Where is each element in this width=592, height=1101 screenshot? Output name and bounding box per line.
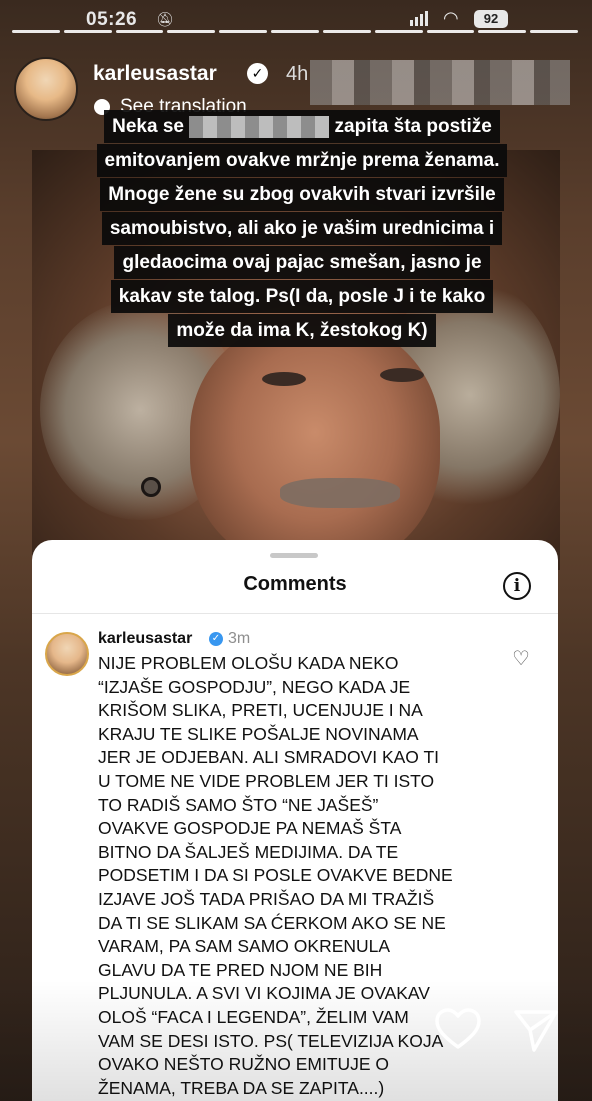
caption-text: kakav ste talog. Ps(I da, posle J i te k… [118,286,486,307]
signal-icon [410,10,428,26]
progress-segment [167,30,216,33]
comment-avatar[interactable] [45,632,89,676]
comment-line: JER JE ODJEBAN. ALI SMRADOVI KAO TI [98,747,440,768]
comment-time: 3m [228,630,251,647]
story-username[interactable]: karleusastar [93,62,217,86]
progress-segment [63,30,112,33]
caption-line: gledaocima ovaj pajac smešan, jasno je [114,246,490,279]
progress-segment [219,30,268,33]
photo-eye-left [262,372,306,386]
status-bar: 05:26 🔕︎ ◠ 92 [0,6,592,32]
story-viewer[interactable]: 05:26 🔕︎ ◠ 92 karleusastar ✓ 4h See tran… [0,0,592,1101]
caption-text: Neka se [112,116,184,137]
comment-line: NIJE PROBLEM OLOŠU KADA NEKO [98,653,399,673]
photo-earring [141,477,161,497]
caption-line: samoubistvo, ali ako je vašim urednicima… [101,212,503,245]
caption-line: kakav ste talog. Ps(I da, posle J i te k… [110,280,494,313]
photo-mustache [280,478,400,508]
caption-line: može da ima K, žestokog K) [168,314,436,347]
sheet-title: Comments [243,573,347,595]
comment-line: PODSETIM I DA SI POSLE OVAKVE BEDNE [98,865,453,886]
comment-line: IZJAVE JOŠ TADA PRIŠAO DA MI TRAŽIŠ [98,888,435,909]
progress-segment [374,30,423,33]
photo-face [190,320,440,570]
bottom-gradient [0,980,592,1101]
story-caption: Neka se zapita šta postiže emitovanjem ov… [60,110,544,348]
bell-muted-icon: 🔕︎ [156,11,174,27]
progress-segment [115,30,164,33]
sheet-drag-handle[interactable] [270,553,318,558]
comment-line: VARAM, PA SAM SAMO OKRENULA [98,936,391,957]
like-heart-icon[interactable] [433,1005,483,1055]
caption-text: samoubistvo, ali ako je vašim urednicima… [109,218,495,239]
comment-line: GLAVU DA TE PRED NJOM NE BIH [98,959,383,980]
story-time-ago: 4h [286,63,309,85]
progress-segment [478,30,527,33]
comment-line: “IZJAŠE GOSPODJU”, NEGO KADA JE [98,676,411,697]
verified-badge-icon: ✓ [247,63,268,84]
progress-segment [12,30,60,33]
caption-text: gledaocima ovaj pajac smešan, jasno je [122,252,482,273]
caption-line: Neka se zapita šta postiže [104,110,500,143]
battery-icon: 92 [474,10,508,28]
wifi-icon: ◠ [443,8,459,28]
story-progress-bar [12,30,578,33]
verified-badge-icon: ✓ [209,632,223,646]
redacted-blur [189,115,330,138]
progress-segment [322,30,371,33]
comment-username[interactable]: karleusastar [98,630,192,648]
caption-text: može da ima K, žestokog K) [176,320,428,341]
comment-line: TO RADIŠ SAMO ŠTO “NE JAŠEŠ” [98,794,379,815]
heart-icon[interactable]: ♡ [512,646,530,671]
divider [32,613,558,614]
photo-eye-right [380,368,424,382]
info-icon[interactable]: i [503,572,531,600]
caption-line: Mnoge žene su zbog ovakvih stvari izvrši… [100,178,504,211]
comment-line: DA TI SE SLIKAM SA ĆERKOM AKO SE NE [98,912,446,933]
progress-segment [426,30,475,33]
comment-line: BITNO DA ŠALJEŠ MEDIJIMA. DA TE [98,841,399,862]
caption-line: emitovanjem ovakve mržnje prema ženama. [96,144,508,177]
comment-line: U TOME NE VIDE PROBLEM JER TI ISTO [98,770,435,791]
caption-text: Mnoge žene su zbog ovakvih stvari izvrši… [108,184,496,205]
progress-segment [530,30,578,33]
send-icon[interactable] [512,1006,560,1054]
comment-line: KRIŠOM SLIKA, PRETI, UCENJUJE I NA [98,700,423,721]
status-time: 05:26 [86,9,138,30]
blurred-region [310,60,570,105]
caption-text: emitovanjem ovakve mržnje prema ženama. [104,150,500,171]
comment-line: KRAJU TE SLIKE POŠALJE NOVINAMA [98,723,419,744]
progress-segment [271,30,319,33]
caption-text: zapita šta postiže [334,116,492,137]
comment-line: OVAKVE GOSPODJE PA NEMAŠ ŠTA [98,818,402,839]
